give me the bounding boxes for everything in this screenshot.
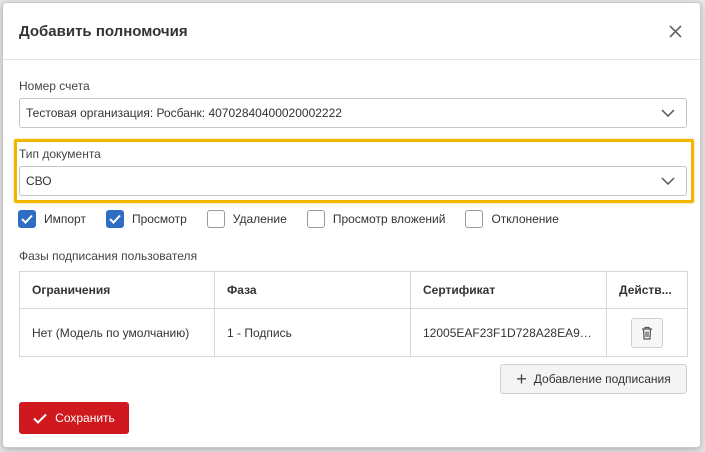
permission-checkboxes: Импорт Просмотр Удаление Просмотр вложен…: [18, 210, 579, 228]
chevron-down-icon: [661, 109, 675, 117]
plus-icon: +: [516, 369, 527, 389]
checkbox-label: Просмотр вложений: [332, 212, 446, 226]
delete-row-button[interactable]: [631, 317, 663, 348]
dialog-title: Добавить полномочия: [19, 22, 188, 40]
column-header-certificate[interactable]: Сертификат: [410, 271, 607, 309]
checkbox-box[interactable]: [306, 210, 325, 228]
add-signing-button[interactable]: + Добавление подписания: [500, 364, 687, 394]
checkbox-import[interactable]: Импорт: [18, 210, 86, 228]
table-header-row: Ограничения Фаза Сертификат Действ...: [19, 271, 688, 309]
add-signing-label: Добавление подписания: [533, 372, 671, 386]
checkbox-box[interactable]: [18, 210, 36, 228]
cell-phase: 1 - Подпись: [214, 308, 411, 357]
doc-type-value: СВО: [26, 174, 52, 188]
cell-restrictions: Нет (Модель по умолчанию): [19, 308, 215, 357]
doc-type-select[interactable]: СВО: [19, 166, 687, 196]
cell-actions: [606, 308, 688, 357]
checkbox-view[interactable]: Просмотр: [105, 210, 187, 228]
checkbox-label: Просмотр: [131, 212, 187, 226]
save-button[interactable]: Сохранить: [19, 402, 129, 434]
checkmark-icon: [21, 214, 33, 224]
close-icon: [668, 24, 682, 38]
checkmark-icon: [33, 413, 47, 424]
phases-table: Ограничения Фаза Сертификат Действ... Не…: [19, 271, 688, 357]
close-button[interactable]: [665, 21, 685, 41]
checkbox-label: Удаление: [232, 212, 287, 226]
checkbox-label: Импорт: [44, 212, 86, 226]
column-header-phase[interactable]: Фаза: [214, 271, 411, 309]
add-permissions-dialog: Добавить полномочия Номер счета Тестовая…: [2, 2, 701, 448]
chevron-down-icon: [661, 177, 675, 185]
cell-certificate: 12005EAF23F1D728A28EA9E3...: [410, 308, 607, 357]
checkbox-box[interactable]: [206, 210, 225, 228]
checkbox-view-attachments[interactable]: Просмотр вложений: [306, 210, 446, 228]
trash-icon: [642, 326, 652, 340]
account-label: Номер счета: [19, 79, 90, 93]
column-header-restrictions[interactable]: Ограничения: [19, 271, 215, 309]
account-select[interactable]: Тестовая организация: Росбанк: 407028404…: [19, 98, 687, 128]
checkbox-reject[interactable]: Отклонение: [465, 210, 559, 228]
checkmark-icon: [109, 214, 121, 224]
phases-section-label: Фазы подписания пользователя: [19, 249, 198, 263]
dialog-header: Добавить полномочия: [3, 3, 700, 60]
checkbox-box[interactable]: [465, 210, 484, 228]
table-row[interactable]: Нет (Модель по умолчанию) 1 - Подпись 12…: [19, 308, 688, 357]
column-header-actions[interactable]: Действ...: [606, 271, 688, 309]
checkbox-delete[interactable]: Удаление: [206, 210, 287, 228]
checkbox-box[interactable]: [105, 210, 124, 228]
save-label: Сохранить: [55, 411, 115, 425]
account-value: Тестовая организация: Росбанк: 407028404…: [26, 106, 342, 120]
checkbox-label: Отклонение: [491, 212, 559, 226]
doc-type-label: Тип документа: [19, 147, 101, 161]
